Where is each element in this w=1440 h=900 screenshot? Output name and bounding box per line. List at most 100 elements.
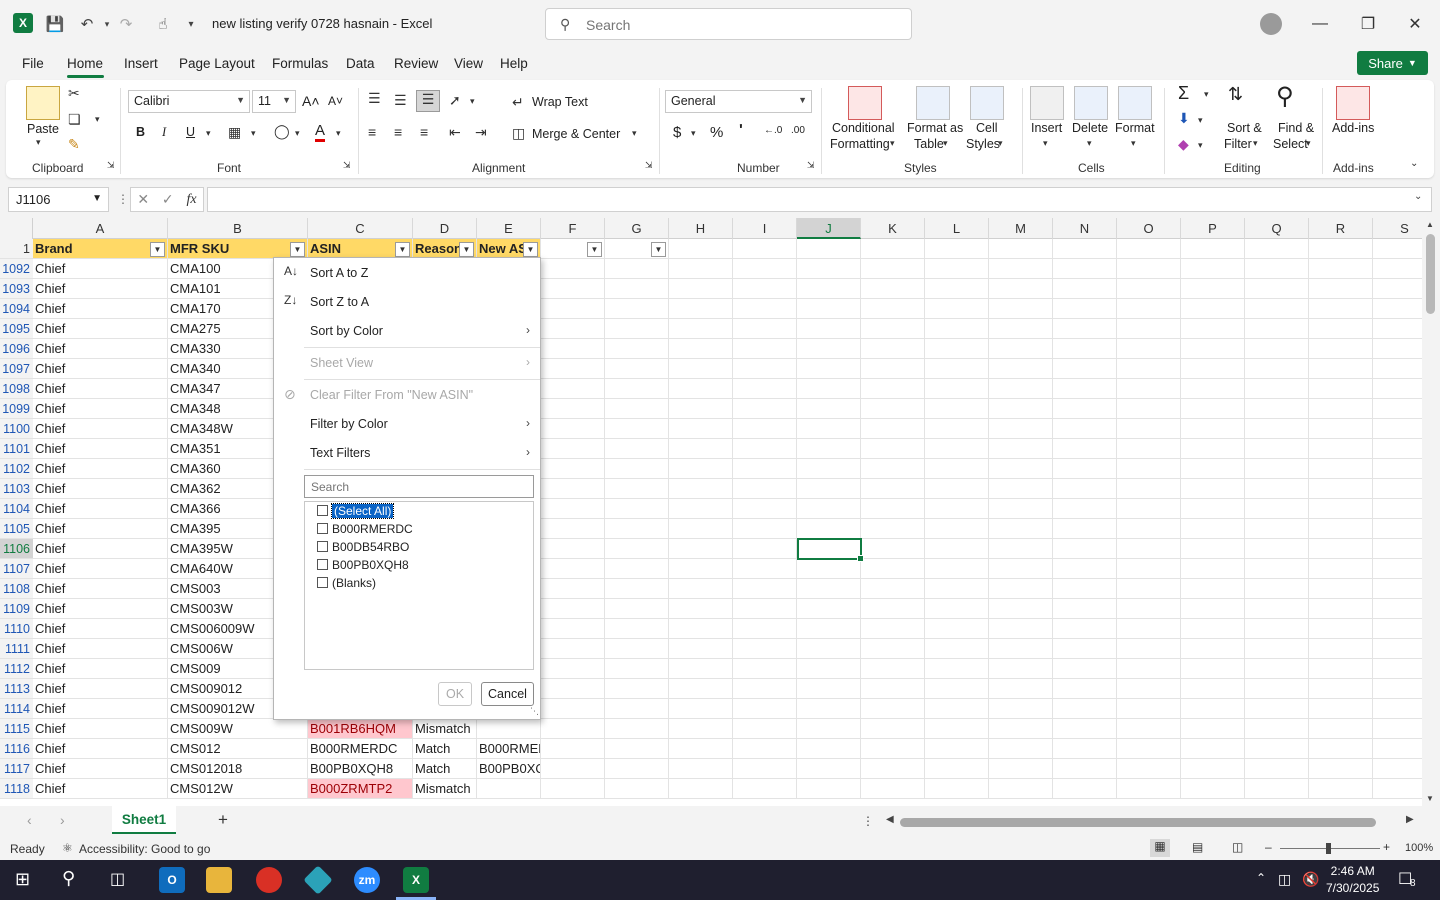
empty-cell[interactable] xyxy=(989,419,1053,439)
format-as-table-label-2[interactable]: Table xyxy=(914,137,944,151)
empty-cell[interactable] xyxy=(1309,679,1373,699)
empty-cell[interactable] xyxy=(1373,659,1422,679)
empty-cell[interactable] xyxy=(1245,719,1309,739)
row-header[interactable]: 1094 xyxy=(0,299,33,319)
empty-cell[interactable] xyxy=(1373,239,1422,259)
empty-cell[interactable] xyxy=(541,739,605,759)
percent-icon[interactable]: % xyxy=(710,124,723,141)
empty-cell[interactable] xyxy=(669,459,733,479)
empty-cell[interactable] xyxy=(797,519,861,539)
empty-cell[interactable] xyxy=(989,619,1053,639)
empty-cell[interactable] xyxy=(925,419,989,439)
filter-active-icon[interactable]: ▼ xyxy=(150,242,165,257)
empty-cell[interactable] xyxy=(989,659,1053,679)
empty-cell[interactable] xyxy=(989,499,1053,519)
empty-cell[interactable] xyxy=(605,399,669,419)
resize-grip-icon[interactable]: ⋱ xyxy=(530,706,539,717)
empty-cell[interactable] xyxy=(1309,319,1373,339)
empty-cell[interactable] xyxy=(1181,339,1245,359)
add-sheet-icon[interactable]: + xyxy=(218,810,228,830)
brand-cell[interactable]: Chief xyxy=(33,479,168,499)
empty-cell[interactable] xyxy=(733,279,797,299)
empty-cell[interactable] xyxy=(1373,559,1422,579)
empty-cell[interactable] xyxy=(989,639,1053,659)
empty-cell[interactable] xyxy=(1245,739,1309,759)
empty-cell[interactable] xyxy=(1309,259,1373,279)
row-header[interactable]: 1105 xyxy=(0,519,33,539)
empty-cell[interactable] xyxy=(605,719,669,739)
empty-cell[interactable] xyxy=(605,279,669,299)
empty-cell[interactable] xyxy=(605,339,669,359)
empty-cell[interactable] xyxy=(989,539,1053,559)
empty-cell[interactable] xyxy=(541,299,605,319)
empty-cell[interactable] xyxy=(1309,499,1373,519)
empty-cell[interactable] xyxy=(797,359,861,379)
find-select-label-2[interactable]: Select xyxy=(1273,137,1308,151)
empty-cell[interactable] xyxy=(1117,659,1181,679)
empty-cell[interactable] xyxy=(861,639,925,659)
column-header-p[interactable]: P xyxy=(1181,218,1245,239)
row-header[interactable]: 1108 xyxy=(0,579,33,599)
empty-cell[interactable] xyxy=(541,679,605,699)
empty-cell[interactable] xyxy=(1117,259,1181,279)
empty-cell[interactable] xyxy=(1309,579,1373,599)
empty-cell[interactable] xyxy=(925,519,989,539)
zoom-level[interactable]: 100% xyxy=(1405,842,1433,854)
empty-cell[interactable] xyxy=(733,559,797,579)
touch-mode-icon[interactable]: ☝ xyxy=(150,10,176,38)
empty-cell[interactable] xyxy=(861,679,925,699)
empty-cell[interactable] xyxy=(797,759,861,779)
brand-cell[interactable]: Chief xyxy=(33,659,168,679)
row-header[interactable]: 1097 xyxy=(0,359,33,379)
empty-cell[interactable] xyxy=(1373,579,1422,599)
new-asin-cell[interactable]: B00PB0XQH8 xyxy=(477,759,541,779)
conditional-formatting-label-2[interactable]: Formatting xyxy=(830,137,890,151)
mfr-sku-cell[interactable]: CMS012 xyxy=(168,739,308,759)
brand-cell[interactable]: Chief xyxy=(33,639,168,659)
brand-cell[interactable]: Chief xyxy=(33,379,168,399)
empty-cell[interactable] xyxy=(1181,439,1245,459)
empty-cell[interactable] xyxy=(925,479,989,499)
zoom-slider-thumb[interactable] xyxy=(1326,843,1331,854)
row-header[interactable]: 1095 xyxy=(0,319,33,339)
taskbar-search-icon[interactable]: ⚲ xyxy=(62,868,75,889)
copy-icon[interactable]: ❏ xyxy=(68,111,81,128)
empty-cell[interactable] xyxy=(733,779,797,799)
empty-cell[interactable] xyxy=(541,699,605,719)
empty-cell[interactable] xyxy=(861,439,925,459)
tab-view[interactable]: View xyxy=(454,56,483,71)
empty-cell[interactable] xyxy=(989,379,1053,399)
empty-cell[interactable] xyxy=(861,299,925,319)
empty-cell[interactable] xyxy=(1309,479,1373,499)
expand-formula-bar-icon[interactable]: ⌄ xyxy=(1414,191,1422,202)
fill-dropdown-icon[interactable]: ▾ xyxy=(295,128,300,139)
empty-cell[interactable] xyxy=(1053,659,1117,679)
empty-cell[interactable] xyxy=(1309,439,1373,459)
wrap-text-button[interactable]: Wrap Text xyxy=(532,95,588,109)
empty-cell[interactable] xyxy=(541,639,605,659)
empty-cell[interactable] xyxy=(989,719,1053,739)
empty-cell[interactable] xyxy=(797,399,861,419)
empty-cell[interactable] xyxy=(733,579,797,599)
empty-cell[interactable] xyxy=(1053,279,1117,299)
chevron-down-icon[interactable]: ▾ xyxy=(998,138,1003,149)
empty-cell[interactable] xyxy=(733,399,797,419)
empty-cell[interactable] xyxy=(1181,579,1245,599)
empty-cell[interactable] xyxy=(733,339,797,359)
empty-cell[interactable] xyxy=(733,639,797,659)
mfr-sku-cell[interactable]: CMS012W xyxy=(168,779,308,799)
empty-cell[interactable] xyxy=(1053,539,1117,559)
empty-cell[interactable] xyxy=(541,339,605,359)
empty-cell[interactable] xyxy=(733,239,797,259)
empty-cell[interactable] xyxy=(541,419,605,439)
empty-cell[interactable] xyxy=(1373,259,1422,279)
empty-cell[interactable] xyxy=(1181,419,1245,439)
empty-cell[interactable] xyxy=(1373,739,1422,759)
empty-cell[interactable] xyxy=(1053,439,1117,459)
empty-cell[interactable] xyxy=(925,759,989,779)
zoom-app-icon[interactable]: zm xyxy=(354,867,380,893)
empty-cell[interactable] xyxy=(1117,539,1181,559)
sort-z-to-a[interactable]: Sort Z to A xyxy=(310,295,369,309)
empty-cell[interactable] xyxy=(1181,659,1245,679)
save-icon[interactable]: 💾 xyxy=(42,10,68,38)
